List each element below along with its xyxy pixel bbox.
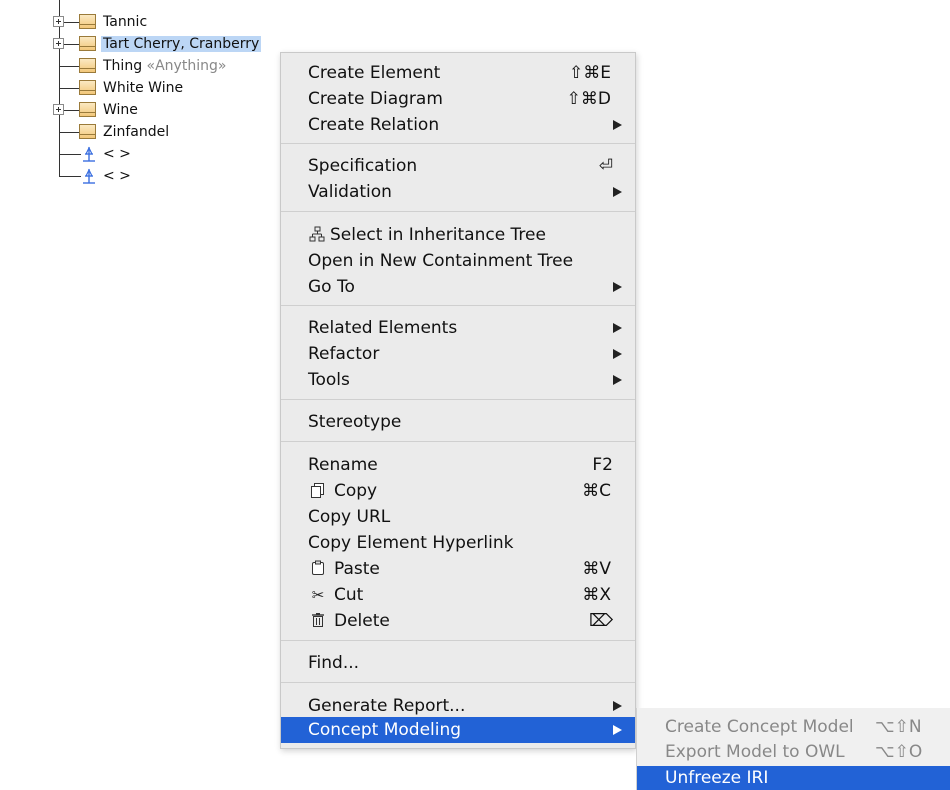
- class-icon: [79, 36, 96, 51]
- submenu-item-export-model-to-owl[interactable]: Export Model to OWL ⌥⇧O: [637, 740, 950, 764]
- submenu-arrow-icon: [613, 187, 622, 197]
- return-key-icon: ⏎: [598, 156, 613, 176]
- menu-item-refactor[interactable]: Refactor: [281, 341, 635, 367]
- association-icon: [83, 168, 95, 184]
- tree-item-association-2[interactable]: < >: [0, 166, 300, 188]
- tree-item-label: Tart Cherry, Cranberry: [101, 36, 262, 52]
- menu-separator: [281, 211, 635, 212]
- menu-item-related-elements[interactable]: Related Elements: [281, 315, 635, 341]
- menu-item-select-in-inheritance-tree[interactable]: Select in Inheritance Tree: [281, 222, 635, 248]
- shortcut-label: ⇧⌘E: [569, 63, 611, 83]
- submenu-arrow-icon: [613, 701, 622, 711]
- menu-item-go-to[interactable]: Go To: [281, 274, 635, 300]
- tree-item-association-1[interactable]: < >: [0, 144, 300, 166]
- inheritance-tree-icon: [308, 222, 326, 248]
- menu-separator: [281, 143, 635, 144]
- menu-separator: [281, 399, 635, 400]
- class-icon: [79, 14, 96, 29]
- submenu-arrow-icon: [613, 282, 622, 292]
- tree-item-label: White Wine: [103, 80, 184, 96]
- menu-item-generate-report[interactable]: Generate Report...: [281, 693, 635, 719]
- submenu-item-create-concept-model[interactable]: Create Concept Model ⌥⇧N: [637, 715, 950, 739]
- class-icon: [79, 124, 96, 139]
- shortcut-label: ⌘V: [582, 559, 611, 579]
- menu-item-delete[interactable]: Delete ⌦: [281, 608, 635, 634]
- shortcut-label: ⌘C: [582, 481, 611, 501]
- tree-item-label: Zinfandel: [103, 124, 170, 140]
- menu-item-copy-url[interactable]: Copy URL: [281, 504, 635, 530]
- expand-icon[interactable]: [53, 104, 64, 115]
- tree-item-white-wine[interactable]: White Wine: [0, 78, 300, 100]
- menu-item-specification[interactable]: Specification ⏎: [281, 153, 635, 179]
- copy-icon: [308, 478, 328, 504]
- submenu-item-unfreeze-iri[interactable]: Unfreeze IRI: [637, 766, 950, 790]
- menu-separator: [281, 640, 635, 641]
- tree-item-thing[interactable]: Thing «Anything»: [0, 56, 300, 78]
- menu-item-validation[interactable]: Validation: [281, 179, 635, 205]
- tree-item-label: Wine: [103, 102, 138, 118]
- submenu-arrow-icon: [613, 120, 622, 130]
- shortcut-label: ⌘X: [582, 585, 611, 605]
- context-menu: Create Element ⇧⌘E Create Diagram ⇧⌘D Cr…: [280, 52, 636, 749]
- menu-item-open-in-new-containment-tree[interactable]: Open in New Containment Tree: [281, 248, 635, 274]
- menu-item-cut[interactable]: ✂ Cut ⌘X: [281, 582, 635, 608]
- submenu-arrow-icon: [613, 323, 622, 333]
- menu-item-copy-element-hyperlink[interactable]: Copy Element Hyperlink: [281, 530, 635, 556]
- tree-item-label: < >: [103, 168, 131, 184]
- menu-item-create-relation[interactable]: Create Relation: [281, 112, 635, 138]
- paste-icon: [308, 556, 328, 582]
- tree-item-label: Tannic: [103, 14, 148, 30]
- class-icon: [79, 102, 96, 117]
- delete-key-icon: ⌦: [588, 611, 613, 631]
- menu-item-create-element[interactable]: Create Element ⇧⌘E: [281, 60, 635, 86]
- submenu-arrow-icon: [613, 375, 622, 385]
- menu-separator: [281, 682, 635, 683]
- tree-item-label: < >: [103, 146, 131, 162]
- tree-item-zinfandel[interactable]: Zinfandel: [0, 122, 300, 144]
- shortcut-label: F2: [592, 455, 613, 475]
- shortcut-label: ⌥⇧N: [875, 717, 922, 737]
- menu-item-tools[interactable]: Tools: [281, 367, 635, 393]
- tree-item-wine[interactable]: Wine: [0, 100, 300, 122]
- menu-separator: [281, 305, 635, 306]
- menu-item-find[interactable]: Find...: [281, 650, 635, 676]
- association-icon: [83, 146, 95, 162]
- class-icon: [79, 58, 96, 73]
- menu-item-copy[interactable]: Copy ⌘C: [281, 478, 635, 504]
- shortcut-label: ⌥⇧O: [875, 742, 923, 762]
- submenu-arrow-icon: [613, 725, 622, 735]
- submenu-arrow-icon: [613, 349, 622, 359]
- tree-item-tannic[interactable]: Tannic: [0, 12, 300, 34]
- stereotype-label: «Anything»: [146, 58, 227, 74]
- scissors-icon: ✂: [311, 586, 325, 604]
- menu-item-create-diagram[interactable]: Create Diagram ⇧⌘D: [281, 86, 635, 112]
- expand-icon[interactable]: [53, 38, 64, 49]
- class-icon: [79, 80, 96, 95]
- shortcut-label: ⇧⌘D: [566, 89, 611, 109]
- tree-item-label: Thing: [103, 58, 143, 74]
- menu-item-rename[interactable]: Rename F2: [281, 452, 635, 478]
- tree-item-tart-cherry-cranberry[interactable]: Tart Cherry, Cranberry: [0, 34, 300, 56]
- menu-item-paste[interactable]: Paste ⌘V: [281, 556, 635, 582]
- menu-item-stereotype[interactable]: Stereotype: [281, 409, 635, 435]
- menu-item-concept-modeling[interactable]: Concept Modeling: [281, 717, 635, 743]
- expand-icon[interactable]: [53, 16, 64, 27]
- concept-modeling-submenu: Create Concept Model ⌥⇧N Export Model to…: [636, 708, 950, 790]
- containment-tree: Tannic Tart Cherry, Cranberry Thing «Any…: [0, 0, 300, 200]
- menu-separator: [281, 441, 635, 442]
- trash-icon: [308, 608, 328, 634]
